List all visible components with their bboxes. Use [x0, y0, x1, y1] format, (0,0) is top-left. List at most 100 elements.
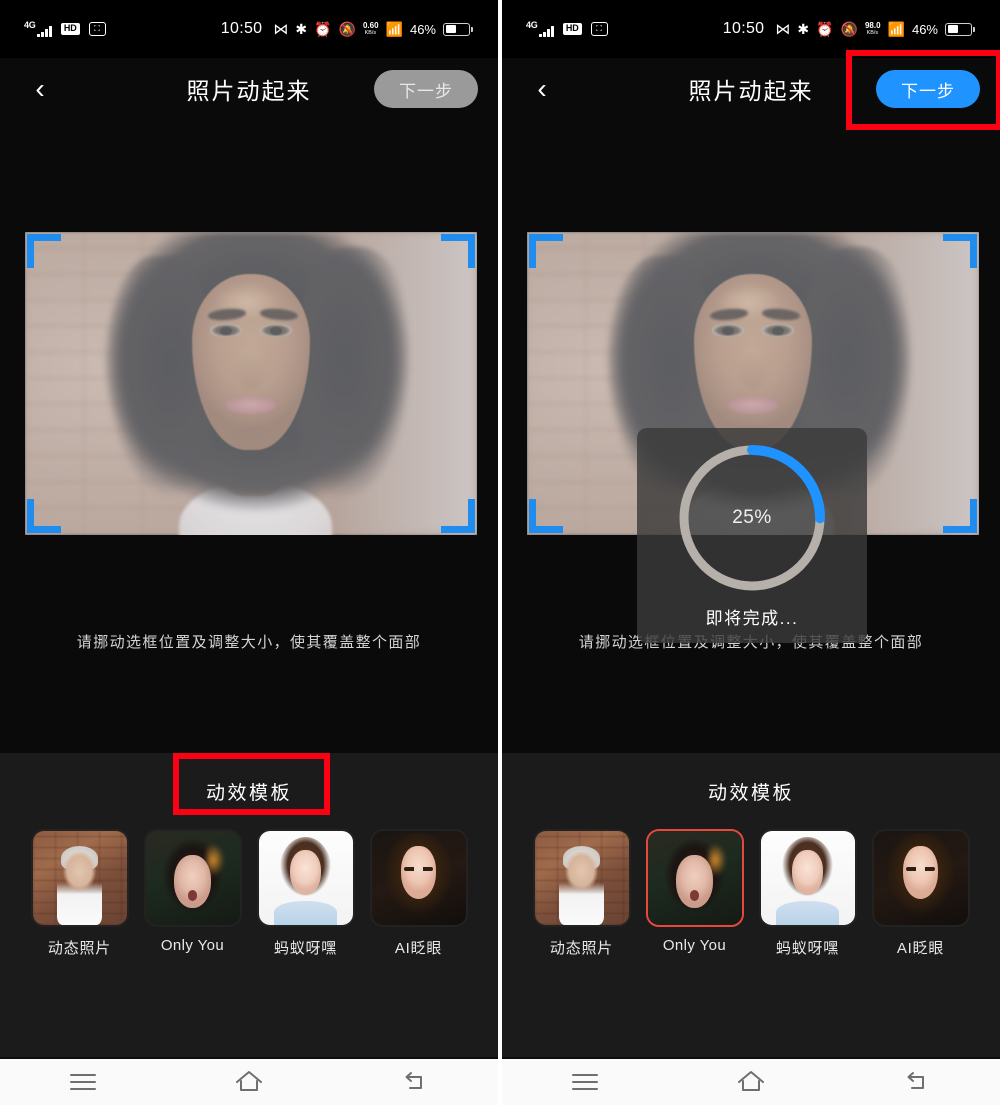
signal-bars-icon: [37, 26, 52, 37]
template-item-3[interactable]: AI眨眼: [871, 829, 970, 958]
status-bar: 4G HD ⛶ 10:50 ⋈ ✱ ⏰ 🔕 0.60 KB/s 📶 46%: [0, 0, 498, 58]
nfc-icon: ⋈: [775, 20, 791, 38]
phone-screen-left: 4G HD ⛶ 10:50 ⋈ ✱ ⏰ 🔕 0.60 KB/s 📶 46% ‹ …: [0, 0, 500, 1105]
crop-corner-top-left[interactable]: [27, 234, 61, 268]
status-bar-left-group: 4G HD ⛶: [518, 21, 608, 37]
template-thumb-art: [371, 831, 466, 925]
bluetooth-icon: ✱: [797, 21, 810, 37]
template-item-0[interactable]: 动态照片: [532, 829, 631, 958]
template-thumb-art: [145, 831, 240, 925]
template-thumbnail[interactable]: [143, 829, 242, 927]
hd-badge-icon: HD: [562, 23, 582, 35]
home-icon[interactable]: [728, 1066, 774, 1098]
next-step-button[interactable]: 下一步: [876, 70, 980, 108]
template-item-1[interactable]: Only You: [645, 829, 744, 958]
back-arrow-icon[interactable]: ‹: [522, 69, 562, 109]
crop-corner-bottom-right[interactable]: [943, 499, 977, 533]
app-header: ‹ 照片动起来 下一步: [0, 58, 498, 120]
alarm-icon: ⏰: [314, 21, 332, 37]
wifi-icon: 📶: [887, 21, 905, 37]
progress-overlay: 25% 即将完成...: [637, 428, 867, 643]
template-label: AI眨眼: [394, 940, 443, 957]
crop-corner-top-left[interactable]: [529, 234, 563, 268]
photo-dim-overlay: [25, 232, 477, 535]
template-thumb-art: [32, 831, 127, 925]
template-section-title: 动效模板: [205, 783, 292, 804]
mute-bell-icon: 🔕: [338, 21, 356, 37]
crop-corner-bottom-left[interactable]: [27, 499, 61, 533]
crop-corner-bottom-left[interactable]: [529, 499, 563, 533]
back-arrow-icon[interactable]: ‹: [20, 69, 60, 109]
wifi-icon: 📶: [385, 21, 403, 37]
crop-corner-bottom-right[interactable]: [441, 499, 475, 533]
template-thumbnail[interactable]: [30, 829, 129, 927]
home-icon[interactable]: [226, 1066, 272, 1098]
back-icon[interactable]: [392, 1066, 438, 1098]
dual-screenshot-stage: 4G HD ⛶ 10:50 ⋈ ✱ ⏰ 🔕 0.60 KB/s 📶 46% ‹ …: [0, 0, 1000, 1105]
template-list: 动态照片 Only You 蚂蚁呀嘿 AI眨眼: [0, 805, 498, 958]
app-header: ‹ 照片动起来 下一步: [502, 58, 1000, 120]
template-label: 动态照片: [549, 940, 614, 957]
back-icon[interactable]: [894, 1066, 940, 1098]
template-item-2[interactable]: 蚂蚁呀嘿: [256, 829, 355, 958]
template-thumb-art: [760, 831, 855, 925]
system-nav-bar: [0, 1057, 498, 1105]
status-clock: 10:50: [722, 20, 765, 37]
template-thumbnail[interactable]: [256, 829, 355, 927]
nfc-icon: ⋈: [273, 20, 289, 38]
bluetooth-icon: ✱: [295, 21, 308, 37]
status-clock: 10:50: [220, 20, 263, 37]
template-thumbnail[interactable]: [871, 829, 970, 927]
template-thumb-art: [873, 831, 968, 925]
progress-percent-label: 25%: [732, 507, 772, 528]
status-bar-right-group: 10:50 ⋈ ✱ ⏰ 🔕 0.60 KB/s 📶 46%: [221, 20, 482, 38]
menu-icon[interactable]: [60, 1066, 106, 1098]
system-nav-bar: [502, 1057, 1000, 1105]
crop-corner-top-right[interactable]: [441, 234, 475, 268]
battery-icon: [443, 22, 473, 36]
template-thumbnail[interactable]: [532, 829, 631, 927]
network-speed-indicator: 0.60 KB/s: [362, 21, 379, 36]
battery-icon: [945, 22, 975, 36]
template-label: 蚂蚁呀嘿: [775, 940, 840, 957]
template-label: Only You: [160, 937, 225, 954]
template-thumb-art: [534, 831, 629, 925]
screen-cast-icon: ⛶: [88, 22, 106, 36]
battery-percent-label: 46%: [409, 21, 436, 37]
signal-bars-icon: [539, 26, 554, 37]
crop-hint-text: 请挪动选框位置及调整大小，使其覆盖整个面部: [76, 634, 422, 651]
photo-crop-area[interactable]: [25, 232, 477, 535]
screen-cast-icon: ⛶: [590, 22, 608, 36]
alarm-icon: ⏰: [816, 21, 834, 37]
hd-badge-icon: HD: [60, 23, 80, 35]
status-bar-right-group: 10:50 ⋈ ✱ ⏰ 🔕 98.0 KB/s 📶 46%: [723, 20, 984, 38]
template-label: 动态照片: [47, 940, 112, 957]
status-bar: 4G HD ⛶ 10:50 ⋈ ✱ ⏰ 🔕 98.0 KB/s 📶 46%: [502, 0, 1000, 58]
template-item-3[interactable]: AI眨眼: [369, 829, 468, 958]
template-section-title: 动效模板: [707, 783, 794, 804]
cellular-signal-icon: 4G: [526, 21, 554, 37]
battery-percent-label: 46%: [911, 21, 938, 37]
template-item-2[interactable]: 蚂蚁呀嘿: [758, 829, 857, 958]
template-thumb-art: [258, 831, 353, 925]
template-label: AI眨眼: [896, 940, 945, 957]
template-label: 蚂蚁呀嘿: [273, 940, 338, 957]
crop-corner-top-right[interactable]: [943, 234, 977, 268]
cellular-signal-icon: 4G: [24, 21, 52, 37]
template-thumbnail[interactable]: [369, 829, 468, 927]
template-thumbnail[interactable]: [645, 829, 744, 927]
template-item-0[interactable]: 动态照片: [30, 829, 129, 958]
template-item-1[interactable]: Only You: [143, 829, 242, 958]
template-tray: 动效模板 动态照片 Only You 蚂蚁呀嘿 AI眨眼: [502, 753, 1000, 1057]
mute-bell-icon: 🔕: [840, 21, 858, 37]
template-thumb-art: [647, 831, 742, 925]
template-thumbnail[interactable]: [758, 829, 857, 927]
progress-status-label: 即将完成...: [705, 609, 799, 628]
next-step-button[interactable]: 下一步: [374, 70, 478, 108]
template-tray: 动效模板 动态照片 Only You 蚂蚁呀嘿 AI眨眼: [0, 753, 498, 1057]
progress-ring: 25%: [672, 438, 832, 598]
menu-icon[interactable]: [562, 1066, 608, 1098]
network-speed-indicator: 98.0 KB/s: [864, 21, 881, 36]
template-list: 动态照片 Only You 蚂蚁呀嘿 AI眨眼: [502, 805, 1000, 958]
status-bar-left-group: 4G HD ⛶: [16, 21, 106, 37]
